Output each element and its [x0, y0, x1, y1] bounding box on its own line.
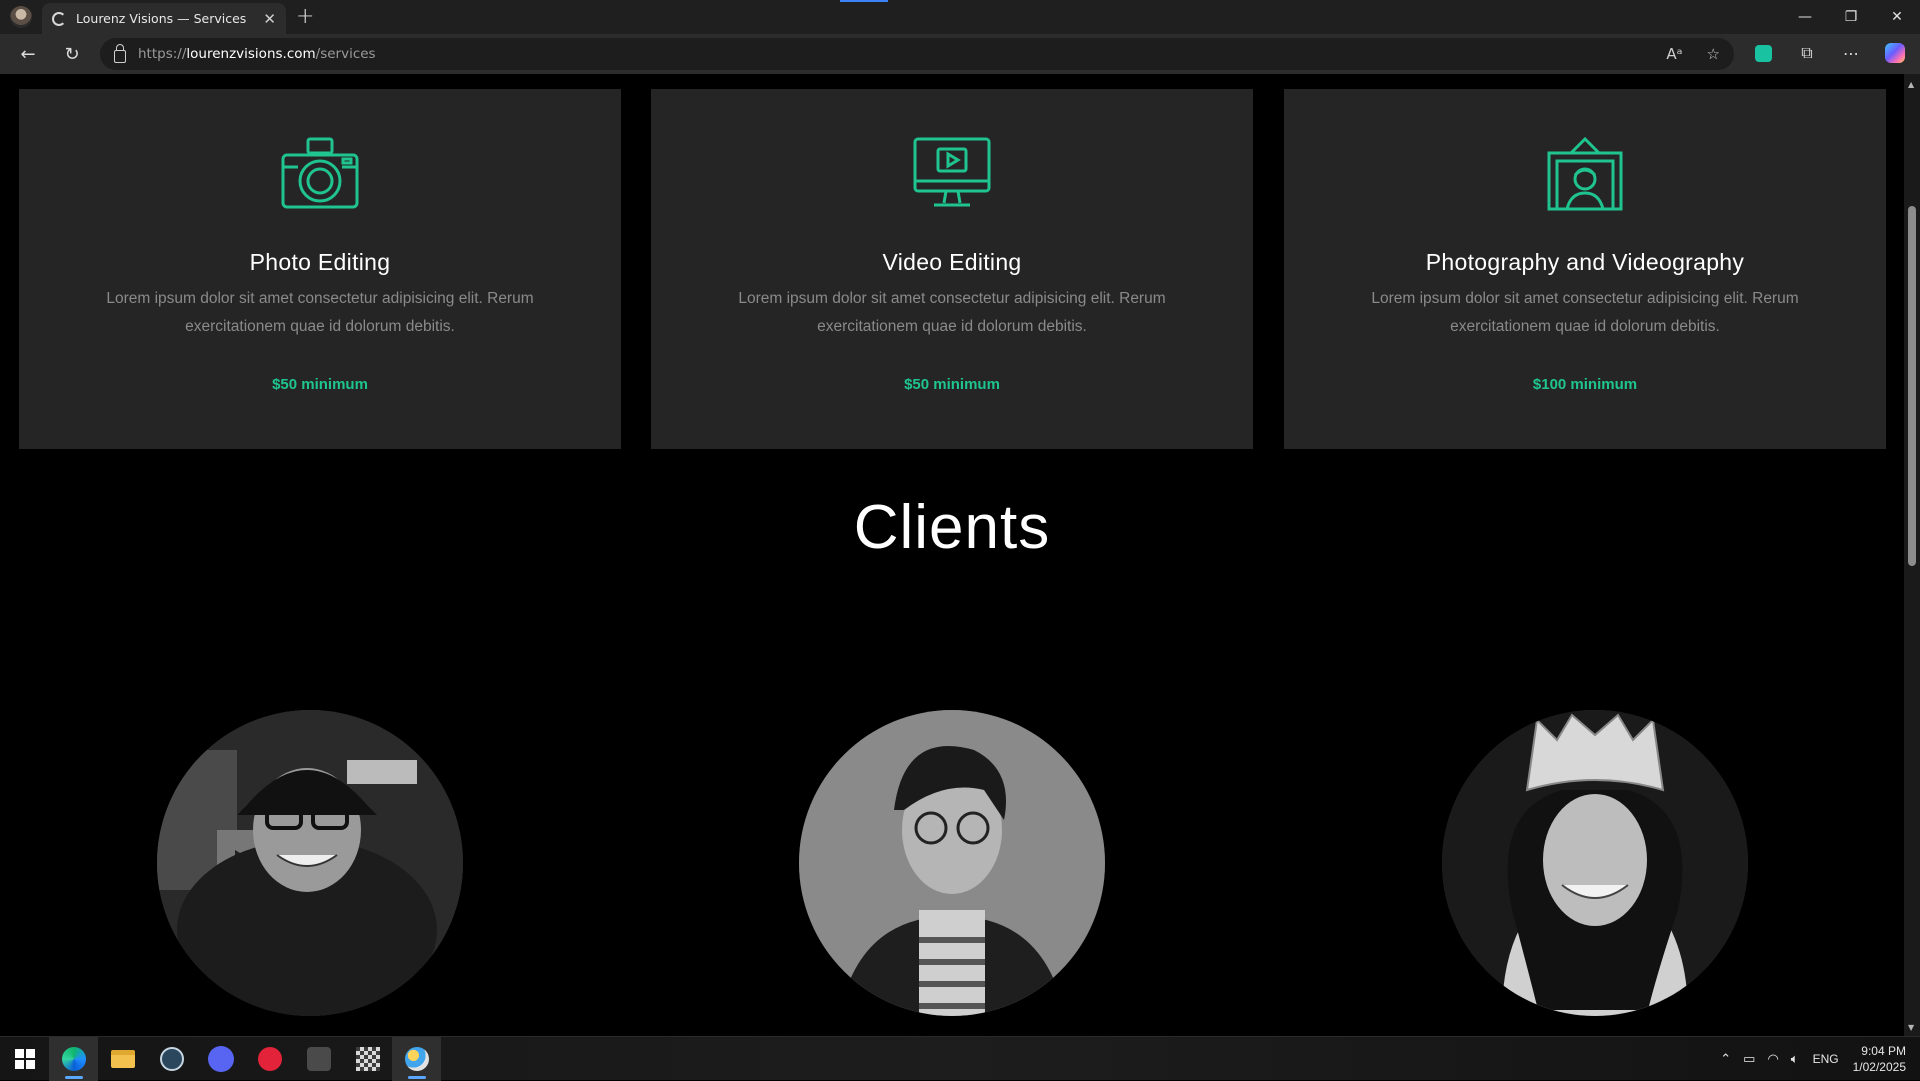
monitor-play-icon — [913, 137, 991, 207]
taskbar-apps — [0, 1037, 441, 1081]
service-price: $50 minimum — [272, 376, 368, 393]
windows-taskbar: ⌃ ▭ ◠ 🔈︎ ENG 9:04 PM 1/02/2025 — [0, 1036, 1920, 1081]
taskbar-paint-app[interactable] — [392, 1037, 441, 1081]
minimize-button[interactable]: — — [1782, 0, 1828, 34]
browser-toolbar: ← ↻ https://lourenzvisions.com/services … — [0, 34, 1920, 74]
steam-icon — [159, 1047, 184, 1071]
wifi-icon[interactable]: ◠ — [1767, 1051, 1778, 1067]
page-viewport: Photo Editing Lorem ipsum dolor sit amet… — [0, 74, 1904, 1036]
service-title: Video Editing — [882, 249, 1022, 275]
active-tab[interactable]: Lourenz Visions — Services ✕ — [42, 3, 286, 34]
tab-close-icon[interactable]: ✕ — [263, 10, 276, 28]
clock[interactable]: 9:04 PM 1/02/2025 — [1853, 1043, 1906, 1075]
service-card-photography-videography: Photography and Videography Lorem ipsum … — [1284, 89, 1886, 449]
taskbar-file-explorer[interactable] — [98, 1037, 147, 1081]
service-title: Photo Editing — [249, 249, 391, 275]
read-aloud-icon[interactable]: Aᵃ — [1666, 45, 1682, 63]
page-load-indicator — [840, 0, 888, 2]
discord-icon — [207, 1046, 234, 1072]
taskbar-steam[interactable] — [147, 1037, 196, 1081]
tab-title: Lourenz Visions — Services — [76, 11, 247, 26]
camera-icon — [281, 137, 359, 209]
service-description: Lorem ipsum dolor sit amet consectetur a… — [738, 290, 1166, 335]
service-description: Lorem ipsum dolor sit amet consectetur a… — [106, 290, 534, 335]
toolbar-actions: ⧉ ⋯ — [1752, 42, 1906, 64]
new-tab-button[interactable]: + — [296, 4, 314, 29]
window-controls: — ❐ ✕ — [1782, 0, 1920, 34]
scroll-thumb[interactable] — [1908, 206, 1916, 566]
service-card-video-editing: Video Editing Lorem ipsum dolor sit amet… — [651, 89, 1253, 449]
service-price: $50 minimum — [904, 376, 1000, 393]
paint-icon — [404, 1047, 429, 1071]
framed-portrait-icon — [1547, 136, 1623, 211]
favorite-star-icon[interactable]: ☆ — [1707, 45, 1720, 63]
clock-date: 1/02/2025 — [1852, 1060, 1906, 1074]
copilot-icon[interactable] — [1884, 42, 1906, 64]
system-tray: ⌃ ▭ ◠ 🔈︎ ENG 9:04 PM 1/02/2025 — [1720, 1037, 1906, 1081]
client-photo-2 — [799, 710, 1105, 1016]
gray-app-icon — [306, 1047, 331, 1071]
folder-icon — [110, 1050, 135, 1068]
tray-icons: ⌃ ▭ ◠ 🔈︎ — [1720, 1051, 1798, 1067]
browser-tab-strip: Lourenz Visions — Services ✕ + — ❐ ✕ — [0, 0, 1920, 34]
extension-green-icon[interactable] — [1752, 42, 1774, 64]
address-bar-actions: Aᵃ ☆ — [1666, 45, 1720, 63]
clock-time: 9:04 PM — [1861, 1044, 1906, 1058]
start-button[interactable] — [0, 1037, 49, 1081]
extensions-puzzle-icon[interactable]: ⧉ — [1796, 42, 1818, 64]
taskbar-gray-app[interactable] — [294, 1037, 343, 1081]
services-section: Photo Editing Lorem ipsum dolor sit amet… — [19, 89, 1886, 449]
url-text[interactable]: https://lourenzvisions.com/services — [138, 46, 376, 62]
edge-icon — [61, 1047, 86, 1071]
taskbar-edge[interactable] — [49, 1037, 98, 1081]
language-indicator[interactable]: ENG — [1813, 1052, 1839, 1066]
profile-avatar[interactable] — [10, 6, 32, 28]
service-price: $100 minimum — [1532, 376, 1638, 393]
taskbar-discord[interactable] — [196, 1037, 245, 1081]
service-card-photo-editing: Photo Editing Lorem ipsum dolor sit amet… — [19, 89, 621, 449]
close-window-button[interactable]: ✕ — [1874, 0, 1920, 34]
address-bar[interactable]: https://lourenzvisions.com/services Aᵃ ☆ — [100, 38, 1734, 70]
chevron-up-icon[interactable]: ⌃ — [1720, 1051, 1731, 1067]
refresh-icon[interactable]: ↻ — [60, 42, 84, 66]
windows-logo-icon — [14, 1049, 35, 1069]
service-title: Photography and Videography — [1425, 249, 1745, 275]
taskbar-red-app[interactable] — [245, 1037, 294, 1081]
taskbar-checker-app[interactable] — [343, 1037, 392, 1081]
clients-heading: Clients — [853, 493, 1051, 562]
battery-icon[interactable]: ▭ — [1743, 1051, 1755, 1067]
client-photo-3 — [1442, 710, 1748, 1016]
checker-app-icon — [355, 1047, 380, 1071]
more-options-icon[interactable]: ⋯ — [1840, 42, 1862, 64]
scroll-down-icon[interactable]: ▼ — [1908, 1023, 1914, 1032]
back-arrow-icon[interactable]: ← — [16, 42, 40, 66]
restore-button[interactable]: ❐ — [1828, 0, 1874, 34]
client-photo-1 — [157, 710, 463, 1016]
page-scrollbar[interactable]: ▲ ▼ — [1904, 74, 1920, 1036]
service-description: Lorem ipsum dolor sit amet consectetur a… — [1371, 290, 1799, 335]
red-app-icon — [257, 1047, 282, 1071]
lock-icon[interactable] — [114, 43, 126, 63]
tab-loading-icon — [52, 11, 66, 26]
volume-icon[interactable]: 🔈︎ — [1791, 1051, 1799, 1067]
scroll-up-icon[interactable]: ▲ — [1908, 80, 1914, 89]
